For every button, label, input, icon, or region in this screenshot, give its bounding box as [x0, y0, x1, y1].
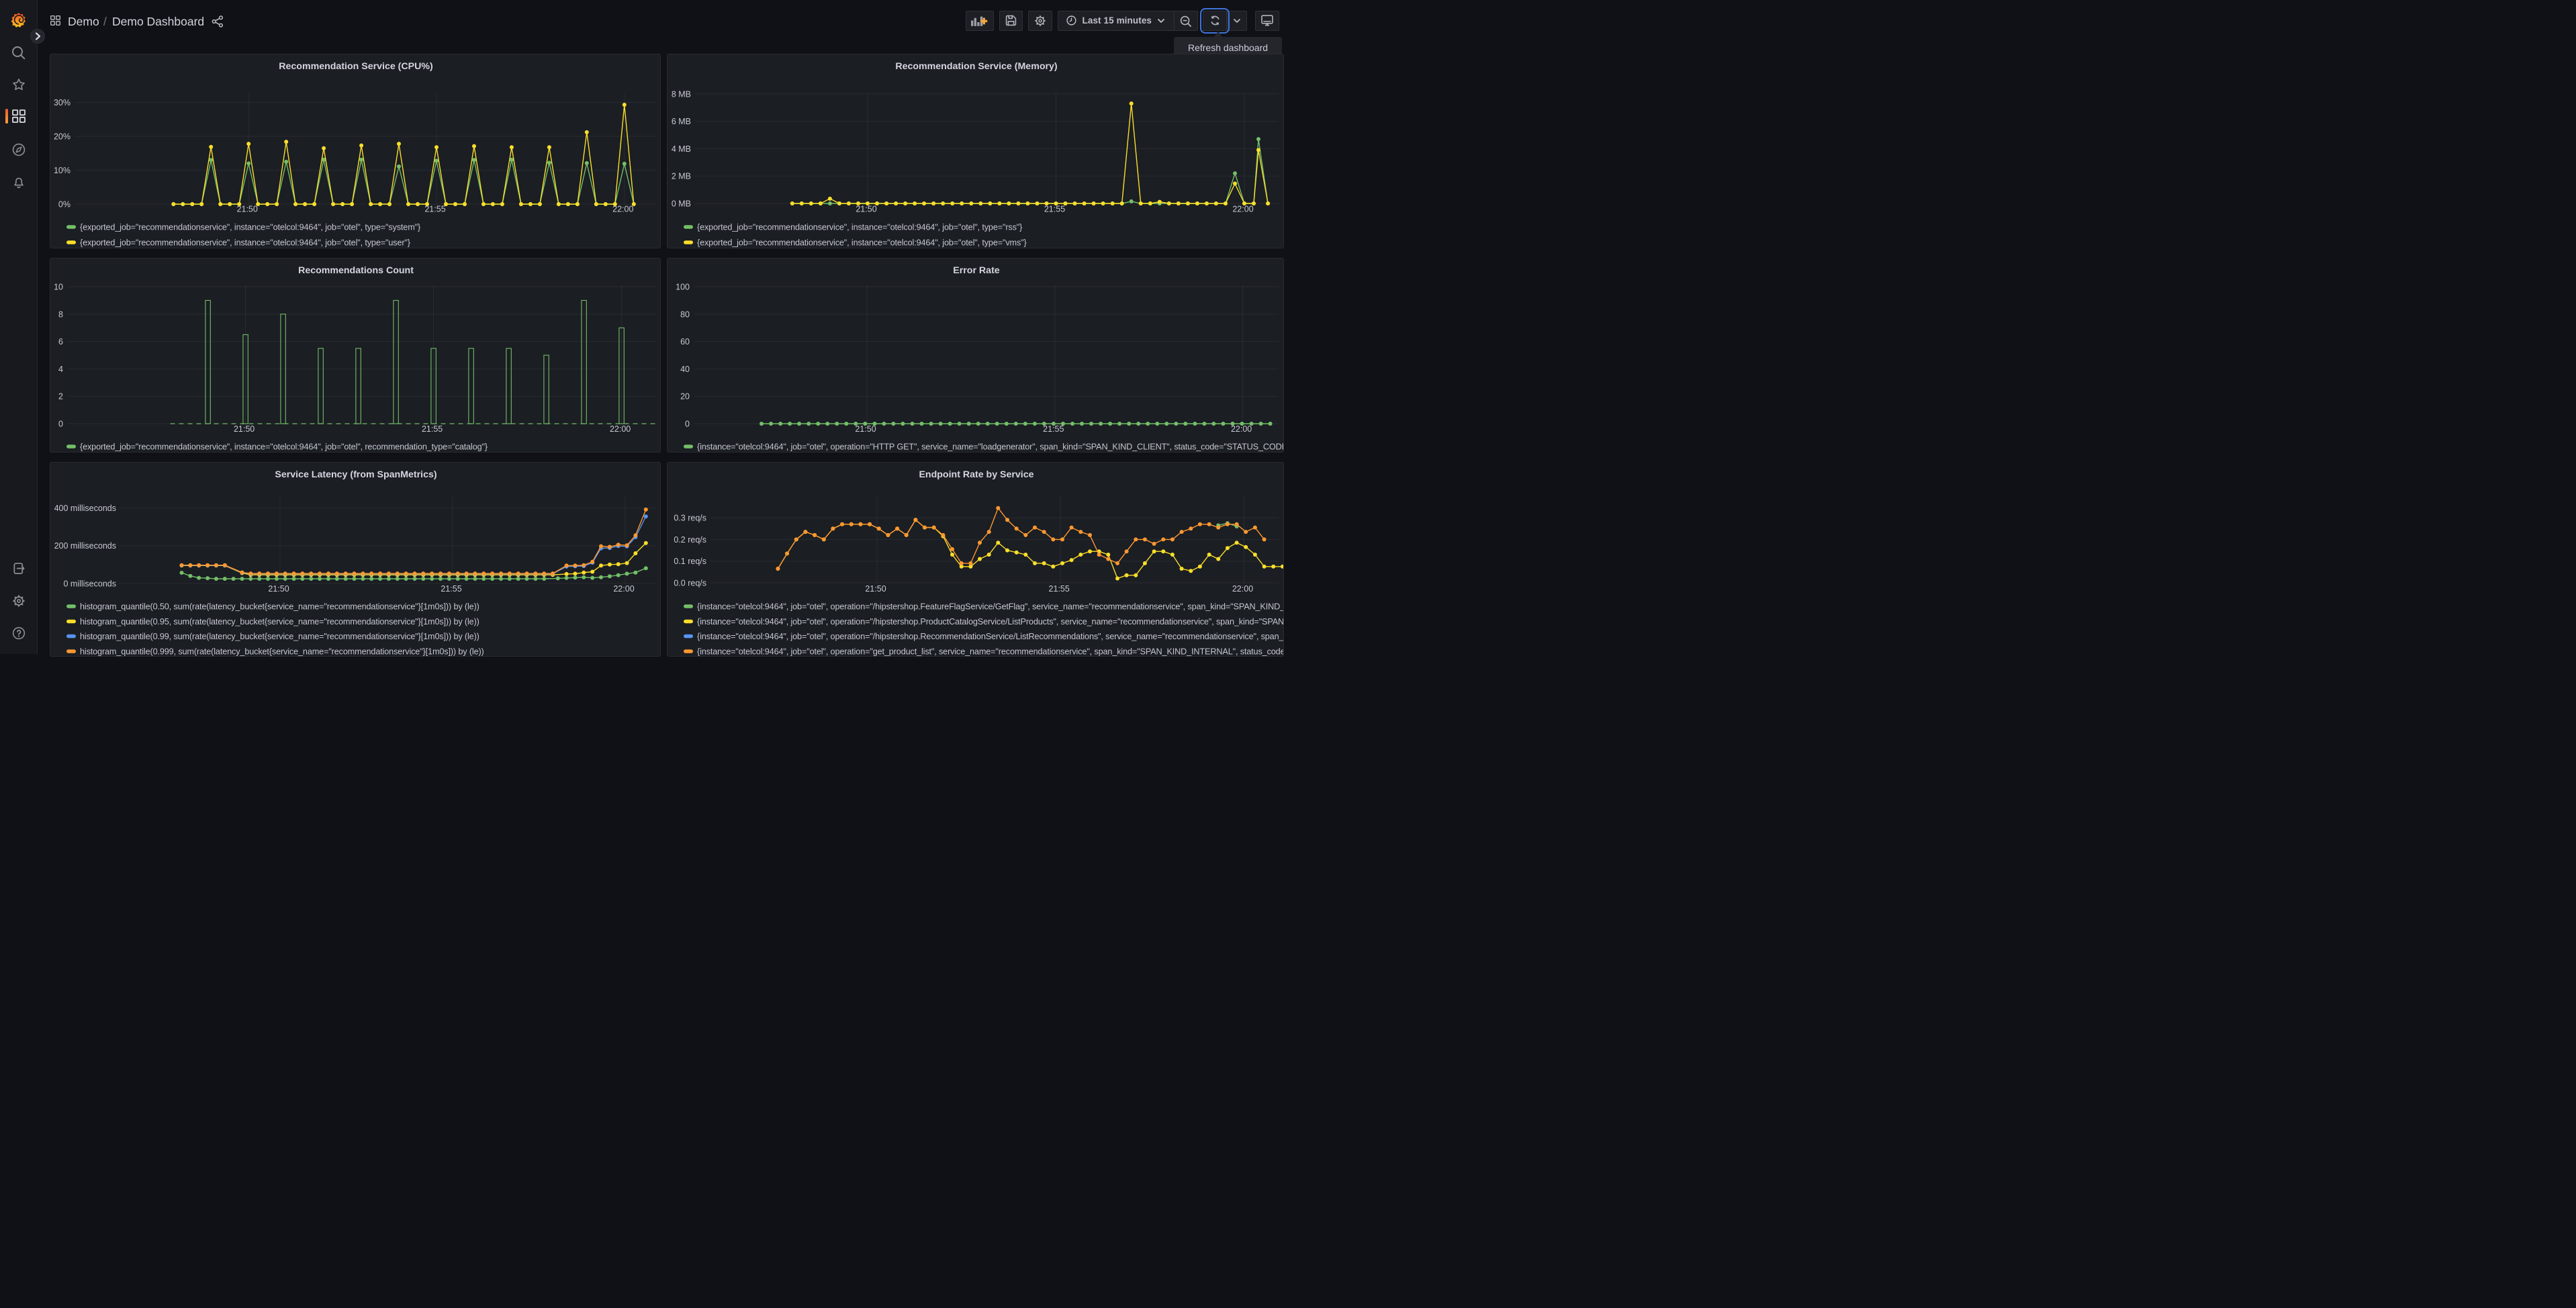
svg-text:0.0 req/s: 0.0 req/s	[674, 579, 706, 588]
svg-text:histogram_quantile(0.50, sum(r: histogram_quantile(0.50, sum(rate(latenc…	[80, 602, 479, 612]
svg-text:10%: 10%	[54, 166, 71, 175]
svg-text:histogram_quantile(0.99, sum(r: histogram_quantile(0.99, sum(rate(latenc…	[80, 632, 479, 641]
svg-text:{exported_job="recommendations: {exported_job="recommendationservice", i…	[80, 238, 411, 248]
svg-text:22:00: 22:00	[1232, 584, 1253, 594]
svg-text:200 milliseconds: 200 milliseconds	[54, 541, 116, 551]
svg-text:{instance="otelcol:9464", job=: {instance="otelcol:9464", job="otel", op…	[697, 602, 1284, 612]
svg-text:20%: 20%	[54, 132, 71, 142]
svg-text:0: 0	[58, 420, 63, 429]
svg-text:21:50: 21:50	[865, 584, 886, 594]
svg-text:21:50: 21:50	[268, 584, 289, 594]
svg-text:{exported_job="recommendations: {exported_job="recommendationservice", i…	[697, 223, 1023, 232]
svg-text:22:00: 22:00	[613, 584, 634, 594]
svg-text:0 milliseconds: 0 milliseconds	[63, 579, 116, 589]
svg-text:22:00: 22:00	[610, 424, 631, 434]
svg-text:{instance="otelcol:9464", job=: {instance="otelcol:9464", job="otel", op…	[697, 647, 1284, 657]
svg-text:Recommendation Service (CPU%): Recommendation Service (CPU%)	[279, 61, 433, 72]
svg-text:21:55: 21:55	[1044, 205, 1065, 214]
svg-text:0.3 req/s: 0.3 req/s	[674, 514, 706, 523]
svg-text:2 MB: 2 MB	[672, 172, 691, 181]
svg-text:21:50: 21:50	[855, 424, 876, 434]
svg-text:{exported_job="recommendations: {exported_job="recommendationservice", i…	[80, 223, 421, 232]
svg-text:histogram_quantile(0.95, sum(r: histogram_quantile(0.95, sum(rate(latenc…	[80, 617, 479, 626]
svg-text:0%: 0%	[58, 200, 71, 209]
svg-text:0: 0	[685, 420, 690, 429]
svg-text:80: 80	[680, 310, 690, 319]
svg-text:{exported_job="recommendations: {exported_job="recommendationservice", i…	[697, 238, 1027, 248]
svg-text:0.1 req/s: 0.1 req/s	[674, 557, 706, 566]
svg-text:21:50: 21:50	[856, 205, 876, 214]
svg-text:Error Rate: Error Rate	[953, 265, 999, 276]
svg-text:20: 20	[680, 392, 690, 402]
svg-text:Recommendations Count: Recommendations Count	[298, 265, 414, 276]
svg-text:30%: 30%	[54, 98, 71, 107]
svg-text:6 MB: 6 MB	[672, 117, 691, 126]
svg-text:8: 8	[58, 310, 63, 319]
svg-text:4 MB: 4 MB	[672, 144, 691, 154]
svg-text:Recommendation Service (Memory: Recommendation Service (Memory)	[895, 61, 1058, 72]
svg-text:60: 60	[680, 337, 690, 346]
svg-text:40: 40	[680, 365, 690, 374]
svg-text:2: 2	[58, 392, 63, 402]
svg-text:Endpoint Rate by Service: Endpoint Rate by Service	[919, 469, 1033, 480]
svg-text:21:55: 21:55	[422, 424, 443, 434]
svg-text:21:55: 21:55	[1049, 584, 1070, 594]
svg-text:400 milliseconds: 400 milliseconds	[54, 504, 116, 513]
svg-text:8 MB: 8 MB	[672, 89, 691, 99]
svg-text:6: 6	[58, 337, 63, 346]
svg-text:22:00: 22:00	[1232, 205, 1253, 214]
svg-text:0.2 req/s: 0.2 req/s	[674, 535, 706, 545]
svg-text:22:00: 22:00	[1231, 424, 1252, 434]
svg-text:10: 10	[54, 283, 63, 292]
svg-text:21:55: 21:55	[1043, 424, 1064, 434]
svg-text:21:50: 21:50	[234, 424, 255, 434]
svg-text:Service Latency (from SpanMetr: Service Latency (from SpanMetrics)	[275, 469, 437, 480]
svg-text:{instance="otelcol:9464", job=: {instance="otelcol:9464", job="otel", op…	[697, 442, 1284, 452]
svg-text:{instance="otelcol:9464", job=: {instance="otelcol:9464", job="otel", op…	[697, 632, 1284, 641]
svg-text:histogram_quantile(0.999, sum(: histogram_quantile(0.999, sum(rate(laten…	[80, 647, 484, 657]
svg-text:21:55: 21:55	[441, 584, 461, 594]
svg-text:0 MB: 0 MB	[672, 199, 691, 209]
svg-text:{exported_job="recommendations: {exported_job="recommendationservice", i…	[80, 442, 488, 452]
svg-text:{instance="otelcol:9464", job=: {instance="otelcol:9464", job="otel", op…	[697, 617, 1284, 626]
svg-text:4: 4	[58, 365, 63, 374]
svg-text:100: 100	[676, 283, 690, 292]
